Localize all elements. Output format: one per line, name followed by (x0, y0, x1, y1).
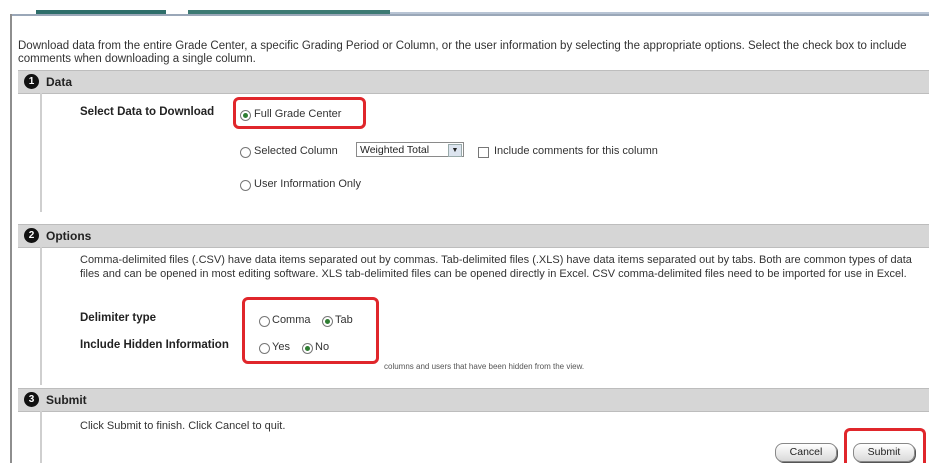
section-title-options: Options (46, 229, 92, 243)
section-header-data: 1 Data (18, 70, 929, 94)
section-header-options: 2 Options (18, 224, 929, 248)
highlight-box-data (233, 97, 366, 129)
select-data-label: Select Data to Download (80, 106, 215, 118)
radio-user-information-only[interactable] (240, 180, 251, 191)
include-hidden-label: Include Hidden Information (80, 339, 229, 351)
step-2-icon: 2 (24, 228, 39, 243)
section-title-submit: Submit (46, 393, 87, 407)
column-select[interactable]: Weighted Total ▼ (356, 142, 464, 157)
option-user-information-label[interactable]: User Information Only (254, 178, 361, 190)
section-header-submit: 3 Submit (18, 388, 929, 412)
tab-indicator-1[interactable] (36, 10, 166, 14)
intro-text: Download data from the entire Grade Cent… (18, 40, 907, 65)
radio-selected-column[interactable] (240, 147, 251, 158)
left-rule (10, 14, 12, 463)
chevron-down-icon[interactable]: ▼ (448, 144, 462, 157)
column-select-value: Weighted Total (360, 144, 430, 156)
tab-indicator-2[interactable] (188, 10, 390, 14)
step-1-icon: 1 (24, 74, 39, 89)
submit-instruction: Click Submit to finish. Click Cancel to … (80, 420, 286, 432)
include-comments-label[interactable]: Include comments for this column (494, 145, 658, 157)
highlight-box-submit (844, 428, 926, 463)
highlight-box-options (242, 297, 379, 364)
tab-indicator-3 (390, 12, 929, 14)
include-comments-checkbox[interactable] (478, 147, 489, 158)
cancel-button[interactable]: Cancel (775, 443, 837, 462)
hidden-hint-text: columns and users that have been hidden … (384, 362, 585, 371)
option-selected-column-label[interactable]: Selected Column (254, 145, 338, 157)
options-description: Comma-delimited files (.CSV) have data i… (80, 254, 912, 280)
step-3-icon: 3 (24, 392, 39, 407)
section-title-data: Data (46, 75, 73, 89)
delimiter-type-label: Delimiter type (80, 312, 157, 324)
